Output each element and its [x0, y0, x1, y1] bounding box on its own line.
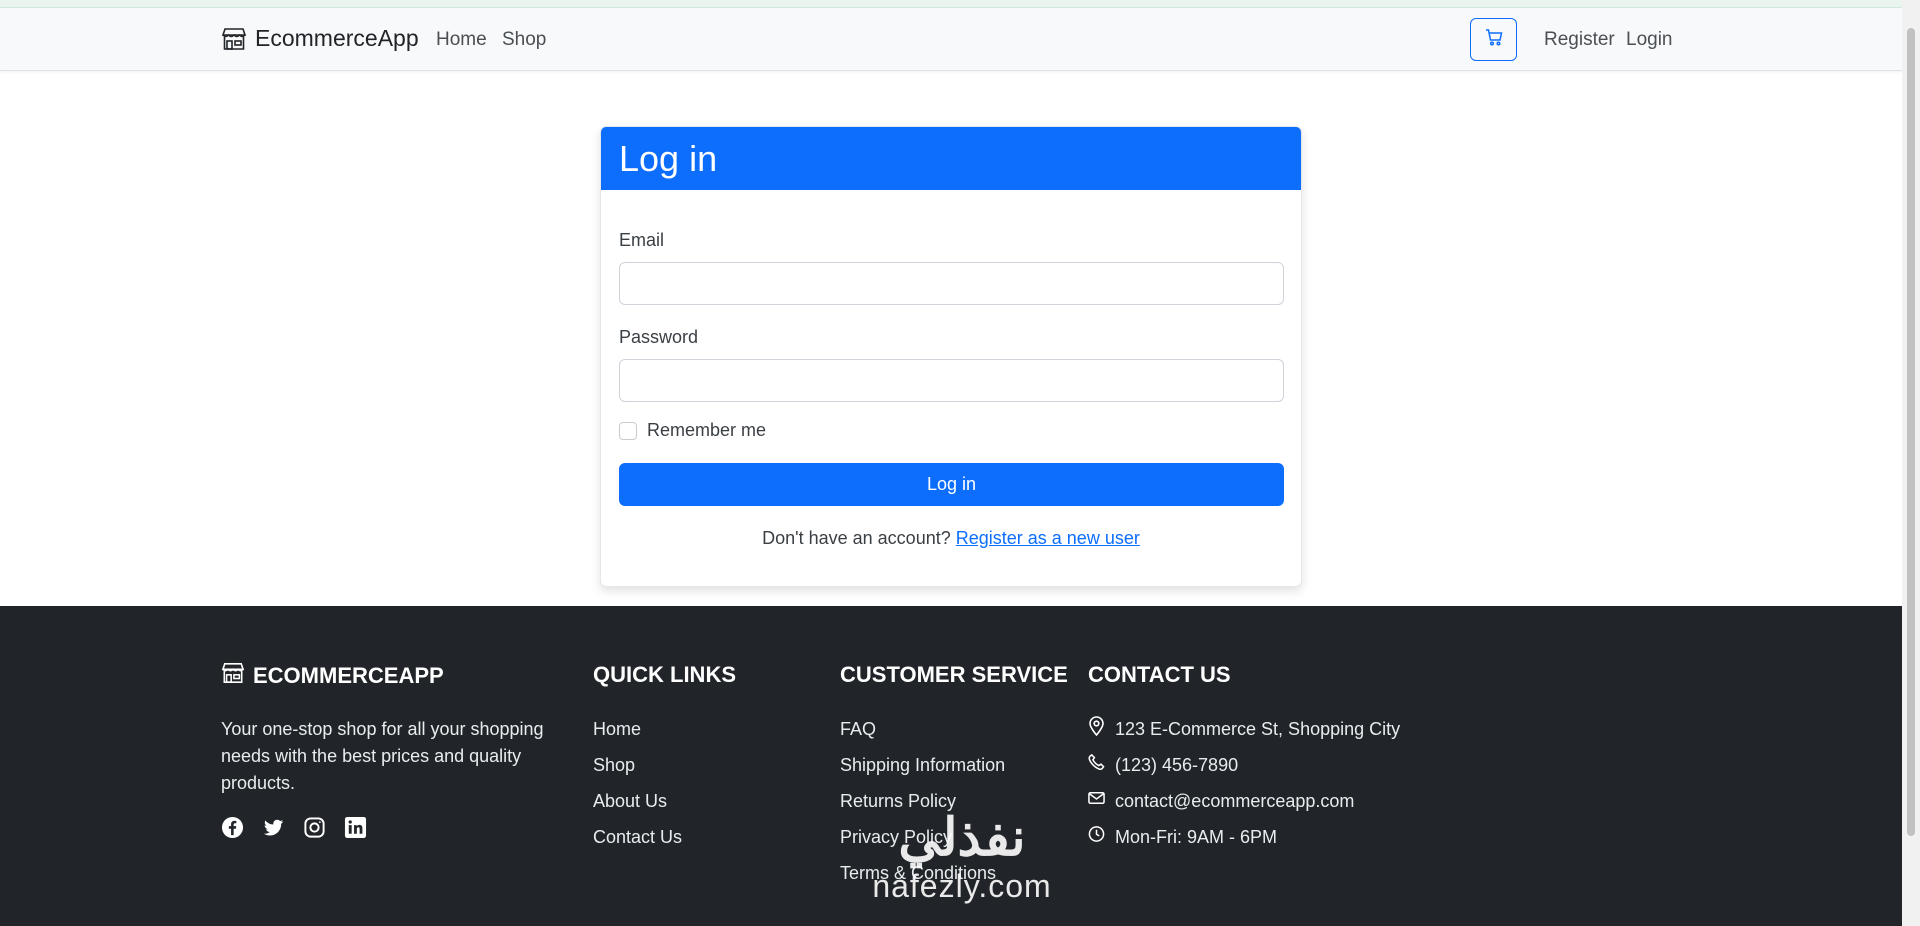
shop-icon [221, 662, 245, 690]
email-label: Email [619, 230, 665, 250]
register-prompt: Don't have an account? Register as a new… [601, 528, 1301, 549]
quick-links-heading: QUICK LINKS [593, 662, 736, 687]
remember-me-checkbox[interactable] [619, 421, 637, 440]
top-strip [0, 0, 1902, 8]
contact-address: 123 E-Commerce St, Shopping City [1088, 716, 1400, 752]
facebook-icon[interactable] [221, 816, 244, 844]
footer-link-contact-us[interactable]: Contact Us [593, 824, 682, 860]
watermark-latin: nafezly.com [872, 868, 1052, 904]
shop-icon [221, 27, 247, 51]
customer-service-heading: CUSTOMER SERVICE [840, 662, 1068, 687]
instagram-icon[interactable] [303, 816, 326, 844]
envelope-icon [1088, 788, 1105, 815]
phone-icon [1088, 752, 1105, 779]
login-button[interactable]: Log in [619, 463, 1284, 506]
map-pin-icon [1088, 716, 1105, 744]
brand-name: EcommerceApp [255, 25, 419, 51]
quick-links-list: Home Shop About Us Contact Us [593, 716, 682, 860]
login-card: Log in Email Password Remember me Log in… [600, 126, 1302, 587]
nav-link-register[interactable]: Register [1544, 29, 1615, 51]
password-label: Password [619, 327, 699, 347]
nav-link-login[interactable]: Login [1626, 29, 1673, 51]
footer-link-home[interactable]: Home [593, 716, 682, 752]
linkedin-icon[interactable] [344, 816, 367, 844]
password-field[interactable] [619, 359, 1284, 402]
social-links [221, 816, 367, 844]
footer: ECOMMERCEAPP Your one-stop shop for all … [0, 606, 1902, 926]
nav-link-home[interactable]: Home [436, 29, 487, 51]
remember-me-label[interactable]: Remember me [647, 420, 766, 441]
nav-link-shop[interactable]: Shop [502, 29, 546, 51]
brand-link[interactable]: EcommerceApp [221, 25, 419, 52]
scrollbar-thumb[interactable] [1907, 28, 1915, 836]
footer-link-faq[interactable]: FAQ [840, 716, 1005, 752]
no-account-text: Don't have an account? [762, 528, 951, 548]
email-field[interactable] [619, 262, 1284, 305]
remember-me-row: Remember me [619, 420, 766, 441]
watermark-arabic: نفذلي [898, 809, 1026, 867]
footer-link-shop[interactable]: Shop [593, 752, 682, 788]
cart-icon [1485, 28, 1503, 51]
footer-brand-heading: ECOMMERCEAPP [221, 662, 444, 690]
register-link[interactable]: Register as a new user [956, 528, 1140, 548]
contact-email: contact@ecommerceapp.com [1088, 788, 1400, 824]
contact-hours: Mon-Fri: 9AM - 6PM [1088, 824, 1400, 860]
scrollbar[interactable] [1902, 0, 1920, 926]
footer-brand-text: ECOMMERCEAPP [253, 663, 444, 688]
watermark: نفذلي nafezly.com [852, 808, 1072, 904]
contact-phone: (123) 456-7890 [1088, 752, 1400, 788]
cart-button[interactable] [1470, 18, 1517, 61]
twitter-icon[interactable] [262, 816, 285, 844]
footer-tagline: Your one-stop shop for all your shopping… [221, 719, 544, 793]
contact-list: 123 E-Commerce St, Shopping City (123) 4… [1088, 716, 1400, 860]
footer-link-shipping[interactable]: Shipping Information [840, 752, 1005, 788]
footer-link-about-us[interactable]: About Us [593, 788, 682, 824]
navbar: EcommerceApp Home Shop Register Login [0, 8, 1902, 71]
contact-heading: CONTACT US [1088, 662, 1231, 687]
login-card-title: Log in [601, 127, 1301, 190]
clock-icon [1088, 824, 1105, 851]
